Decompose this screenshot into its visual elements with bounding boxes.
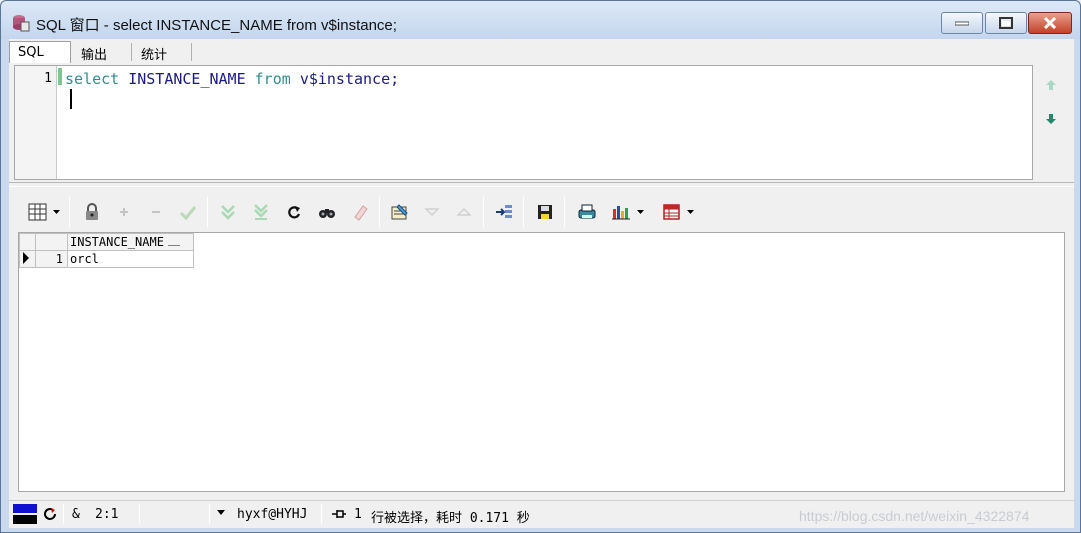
text-caret xyxy=(70,89,72,109)
code-line[interactable]: select INSTANCE_NAME from v$instance; xyxy=(65,70,399,88)
status-divider xyxy=(209,504,210,524)
find-icon[interactable] xyxy=(316,201,338,223)
chevron-down-icon[interactable] xyxy=(637,210,644,214)
next-statement-icon[interactable] xyxy=(1045,113,1057,125)
chevron-down-icon[interactable] xyxy=(53,210,60,214)
statement-navigator xyxy=(1037,65,1067,180)
line-number: 1 xyxy=(44,71,52,86)
chevron-down-icon[interactable] xyxy=(687,210,694,214)
chevron-down-icon[interactable] xyxy=(217,510,225,515)
grid-corner[interactable] xyxy=(19,233,36,251)
row-number: 1 xyxy=(35,250,68,268)
delete-record-icon[interactable] xyxy=(145,201,167,223)
column-header[interactable]: INSTANCE_NAME xyxy=(67,233,194,251)
save-icon[interactable] xyxy=(534,201,556,223)
tab-output[interactable]: 输出 xyxy=(73,41,129,63)
maximize-button[interactable] xyxy=(985,12,1027,34)
fetch-next-icon[interactable] xyxy=(217,201,239,223)
previous-statement-icon[interactable] xyxy=(1045,79,1057,91)
status-message: 行被选择，耗时 0.171 秒 xyxy=(371,511,530,526)
next-record-icon[interactable] xyxy=(421,201,443,223)
single-record-icon[interactable] xyxy=(661,201,683,223)
previous-record-icon[interactable] xyxy=(453,201,475,223)
status-divider xyxy=(139,504,140,524)
tab-divider xyxy=(191,43,192,61)
tab-statistics[interactable]: 统计 xyxy=(133,41,189,63)
modified-line-marker xyxy=(58,68,62,85)
window-client: SQL 输出 统计 1 select INSTANCE_NAME from v$… xyxy=(9,39,1074,528)
column-header-label: INSTANCE_NAME xyxy=(70,235,164,249)
sql-window: SQL 窗口 - select INSTANCE_NAME from v$ins… xyxy=(0,0,1081,533)
tab-strip: SQL 输出 统计 xyxy=(9,39,1074,63)
identifier-column: INSTANCE_NAME xyxy=(128,70,246,88)
line-number-gutter: 1 xyxy=(15,66,57,179)
toolbar-divider xyxy=(483,197,484,227)
toolbar-divider xyxy=(523,197,524,227)
grid-header-row: INSTANCE_NAME xyxy=(19,233,194,251)
column-menu-icon[interactable] xyxy=(167,238,180,246)
query-by-example-icon[interactable] xyxy=(389,201,411,223)
minimize-button[interactable] xyxy=(941,12,983,34)
result-grid[interactable]: INSTANCE_NAME 1 orcl xyxy=(19,233,194,268)
grid-view-icon[interactable] xyxy=(27,201,49,223)
title-bar[interactable]: SQL 窗口 - select INSTANCE_NAME from v$ins… xyxy=(1,1,1080,39)
clear-icon[interactable] xyxy=(349,201,371,223)
connection-label[interactable]: hyxf@HYHJ xyxy=(237,507,307,522)
window-title: SQL 窗口 - select INSTANCE_NAME from v$ins… xyxy=(36,17,397,34)
keyword-select: select xyxy=(65,70,120,88)
result-grid-panel[interactable]: INSTANCE_NAME 1 orcl xyxy=(18,232,1065,492)
connection-status-icon[interactable] xyxy=(13,504,39,524)
export-icon[interactable] xyxy=(493,201,515,223)
keyword-from: from xyxy=(254,70,291,88)
sql-window-app-icon xyxy=(11,13,31,33)
add-record-icon[interactable] xyxy=(113,201,135,223)
fetch-last-icon[interactable] xyxy=(250,201,272,223)
chart-icon[interactable] xyxy=(610,201,632,223)
table-cell[interactable]: orcl xyxy=(67,250,194,268)
close-button[interactable] xyxy=(1028,12,1072,34)
identifier-table: v$instance; xyxy=(299,70,400,88)
toolbar-divider xyxy=(207,197,208,227)
tab-divider xyxy=(131,43,132,61)
table-row[interactable]: 1 orcl xyxy=(19,250,194,268)
grid-corner-rownum xyxy=(35,233,68,251)
refresh-icon[interactable] xyxy=(283,201,305,223)
row-pointer-icon xyxy=(23,251,29,264)
pin-icon xyxy=(332,510,346,518)
toolbar-divider xyxy=(564,197,565,227)
tab-sql[interactable]: SQL xyxy=(9,41,71,63)
toolbar-divider xyxy=(69,197,70,227)
sql-editor[interactable]: 1 select INSTANCE_NAME from v$instance; xyxy=(14,65,1033,180)
pane-splitter[interactable] xyxy=(9,182,1074,187)
status-divider xyxy=(63,504,64,524)
current-row-indicator xyxy=(19,250,36,268)
substitution-indicator: & xyxy=(72,507,80,522)
cursor-position: 2:1 xyxy=(95,507,119,522)
toolbar-divider xyxy=(379,197,380,227)
message-count: 1 xyxy=(354,507,362,522)
auto-refresh-icon[interactable] xyxy=(43,507,57,521)
post-changes-icon[interactable] xyxy=(177,201,199,223)
result-toolbar xyxy=(19,195,1069,229)
print-icon[interactable] xyxy=(576,201,598,223)
status-divider xyxy=(321,504,322,524)
lock-icon[interactable] xyxy=(81,201,103,223)
status-bar: & 2:1 hyxf@HYHJ 1 行被选择，耗时 0.171 秒 https:… xyxy=(9,500,1074,526)
watermark: https://blog.csdn.net/weixin_4322874 xyxy=(799,508,1030,524)
